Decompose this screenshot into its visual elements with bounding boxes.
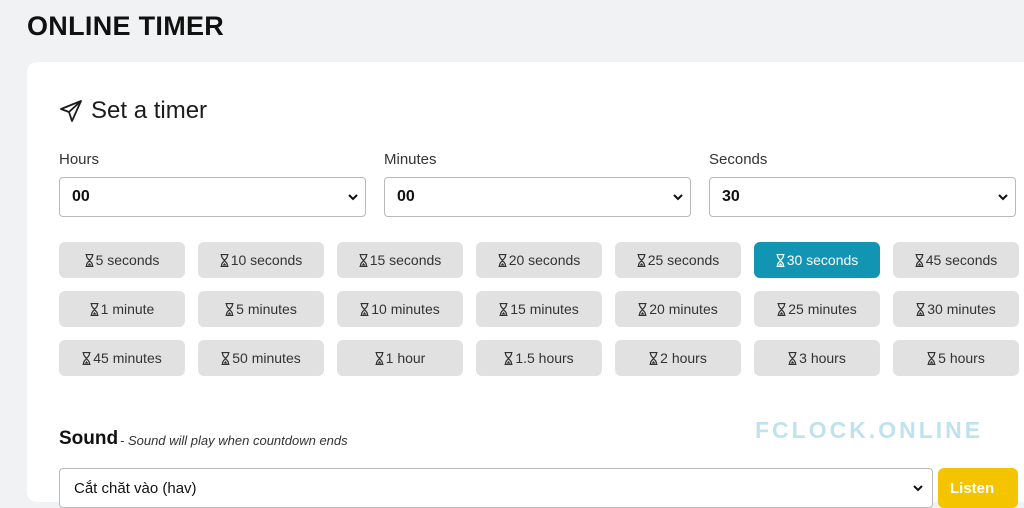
preset-button-20-minutes[interactable]: 20 minutes bbox=[615, 291, 741, 327]
chevron-down-icon bbox=[673, 194, 683, 201]
preset-label: 3 hours bbox=[799, 350, 846, 366]
timer-card: Set a timer Hours Minutes Seconds 00 00 … bbox=[27, 62, 1024, 508]
preset-label: 25 minutes bbox=[788, 301, 857, 317]
preset-button-5-hours[interactable]: 5 hours bbox=[893, 340, 1019, 376]
hourglass-icon bbox=[776, 253, 785, 267]
hourglass-icon bbox=[375, 351, 384, 365]
chevron-down-icon bbox=[998, 194, 1008, 201]
preset-button-5-seconds[interactable]: 5 seconds bbox=[59, 242, 185, 278]
preset-button-2-hours[interactable]: 2 hours bbox=[615, 340, 741, 376]
chevron-down-icon bbox=[348, 194, 358, 201]
hourglass-icon bbox=[225, 302, 234, 316]
hourglass-icon bbox=[221, 351, 230, 365]
minutes-select[interactable]: 00 bbox=[384, 177, 691, 217]
preset-label: 25 seconds bbox=[647, 252, 720, 268]
preset-label: 20 minutes bbox=[649, 301, 718, 317]
preset-label: 20 seconds bbox=[508, 252, 581, 268]
hourglass-icon bbox=[649, 351, 658, 365]
card-title: Set a timer bbox=[59, 97, 207, 125]
paper-plane-icon bbox=[60, 100, 82, 122]
preset-button-10-minutes[interactable]: 10 minutes bbox=[337, 291, 463, 327]
hourglass-icon bbox=[90, 302, 99, 316]
preset-button-1-minute[interactable]: 1 minute bbox=[59, 291, 185, 327]
listen-button-label: Listen bbox=[950, 479, 995, 497]
preset-button-45-minutes[interactable]: 45 minutes bbox=[59, 340, 185, 376]
preset-label: 30 minutes bbox=[927, 301, 996, 317]
preset-button-30-seconds[interactable]: 30 seconds bbox=[754, 242, 880, 278]
preset-label: 45 minutes bbox=[93, 350, 162, 366]
chevron-down-icon bbox=[913, 485, 923, 492]
preset-label: 5 minutes bbox=[236, 301, 297, 317]
preset-button-1-hour[interactable]: 1 hour bbox=[337, 340, 463, 376]
hours-select[interactable]: 00 bbox=[59, 177, 366, 217]
hourglass-icon bbox=[916, 302, 925, 316]
hourglass-icon bbox=[359, 253, 368, 267]
sound-subtitle: - Sound will play when countdown ends bbox=[120, 433, 348, 448]
hourglass-icon bbox=[927, 351, 936, 365]
seconds-select[interactable]: 30 bbox=[709, 177, 1016, 217]
minutes-label: Minutes bbox=[384, 151, 437, 168]
preset-label: 10 minutes bbox=[371, 301, 440, 317]
preset-label: 1 minute bbox=[100, 301, 155, 317]
hourglass-icon bbox=[82, 351, 91, 365]
preset-button-3-hours[interactable]: 3 hours bbox=[754, 340, 880, 376]
preset-label: 1 hour bbox=[385, 350, 426, 366]
sound-select[interactable]: Cắt chăt vào (hav) bbox=[59, 468, 933, 508]
preset-label: 5 hours bbox=[938, 350, 985, 366]
hourglass-icon bbox=[638, 302, 647, 316]
preset-button-1-5-hours[interactable]: 1.5 hours bbox=[476, 340, 602, 376]
hourglass-icon bbox=[504, 351, 513, 365]
preset-button-5-minutes[interactable]: 5 minutes bbox=[198, 291, 324, 327]
preset-button-25-minutes[interactable]: 25 minutes bbox=[754, 291, 880, 327]
listen-button[interactable]: Listen bbox=[938, 468, 1018, 508]
preset-label: 50 minutes bbox=[232, 350, 301, 366]
hourglass-icon bbox=[220, 253, 229, 267]
preset-button-30-minutes[interactable]: 30 minutes bbox=[893, 291, 1019, 327]
sound-title: Sound bbox=[59, 428, 119, 449]
preset-label: 30 seconds bbox=[786, 252, 859, 268]
preset-label: 15 minutes bbox=[510, 301, 579, 317]
preset-label: 45 seconds bbox=[925, 252, 998, 268]
hourglass-icon bbox=[498, 253, 507, 267]
seconds-value: 30 bbox=[722, 188, 740, 205]
preset-label: 5 seconds bbox=[95, 252, 160, 268]
preset-button-50-minutes[interactable]: 50 minutes bbox=[198, 340, 324, 376]
hourglass-icon bbox=[915, 253, 924, 267]
minutes-value: 00 bbox=[397, 188, 415, 205]
hourglass-icon bbox=[360, 302, 369, 316]
hourglass-icon bbox=[637, 253, 646, 267]
preset-label: 10 seconds bbox=[230, 252, 303, 268]
preset-button-25-seconds[interactable]: 25 seconds bbox=[615, 242, 741, 278]
preset-label: 1.5 hours bbox=[515, 350, 574, 366]
preset-button-45-seconds[interactable]: 45 seconds bbox=[893, 242, 1019, 278]
preset-button-10-seconds[interactable]: 10 seconds bbox=[198, 242, 324, 278]
hours-label: Hours bbox=[59, 151, 100, 168]
preset-label: 15 seconds bbox=[369, 252, 442, 268]
preset-button-20-seconds[interactable]: 20 seconds bbox=[476, 242, 602, 278]
preset-button-15-minutes[interactable]: 15 minutes bbox=[476, 291, 602, 327]
hourglass-icon bbox=[85, 253, 94, 267]
hourglass-icon bbox=[777, 302, 786, 316]
hourglass-icon bbox=[499, 302, 508, 316]
seconds-label: Seconds bbox=[709, 151, 768, 168]
preset-button-15-seconds[interactable]: 15 seconds bbox=[337, 242, 463, 278]
hourglass-icon bbox=[788, 351, 797, 365]
app-title: ONLINE TIMER bbox=[27, 11, 225, 41]
site-watermark: FCLOCK.ONLINE bbox=[755, 417, 984, 443]
sound-select-value: Cắt chăt vào (hav) bbox=[74, 480, 197, 497]
hours-value: 00 bbox=[72, 188, 90, 205]
card-title-text: Set a timer bbox=[91, 97, 208, 124]
preset-label: 2 hours bbox=[660, 350, 707, 366]
